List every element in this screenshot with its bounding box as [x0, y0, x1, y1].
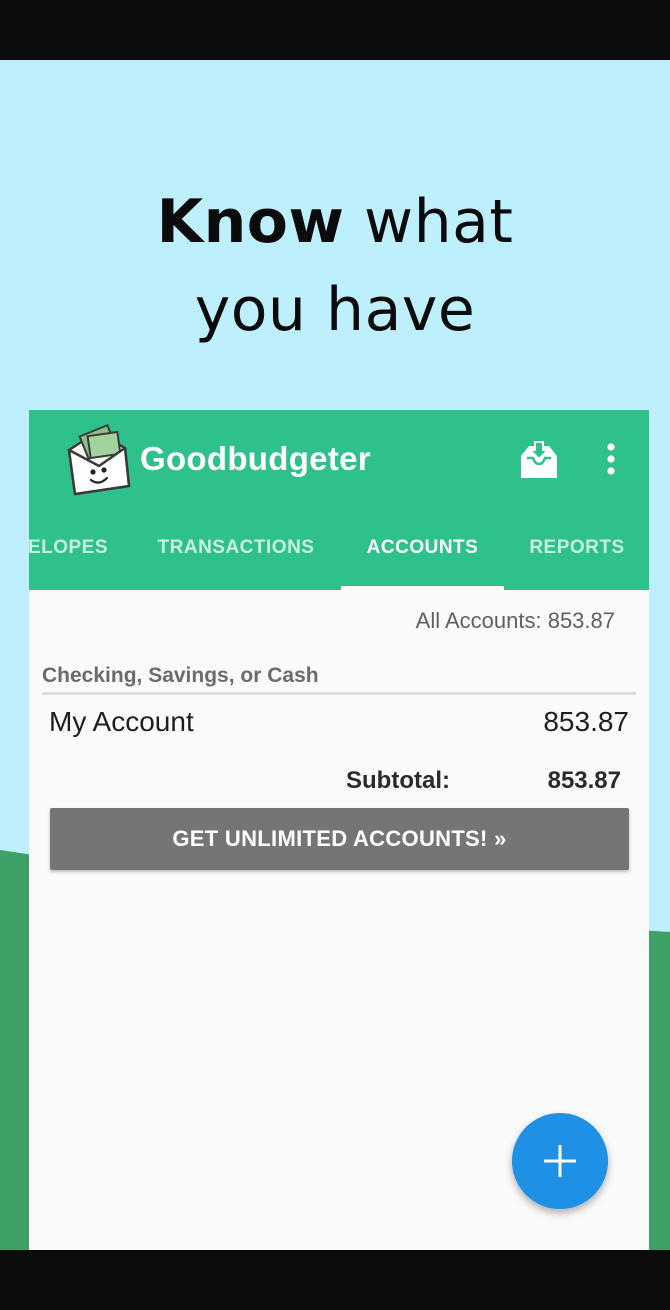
- promo-screen: Know what you have Goodbudgeter ELOPES T…: [0, 60, 670, 1250]
- account-name: My Account: [49, 706, 194, 737]
- app-bar: Goodbudgeter ELOPES TRANSACTIONS ACCOUNT…: [29, 410, 649, 590]
- headline-bold: Know: [156, 187, 345, 257]
- tray-download-icon[interactable]: [519, 440, 559, 480]
- get-unlimited-accounts-button[interactable]: GET UNLIMITED ACCOUNTS! »: [50, 808, 629, 870]
- headline-what: what: [364, 187, 514, 257]
- active-tab-indicator: [341, 586, 504, 590]
- headline-line2: you have: [194, 275, 476, 345]
- headline: Know what you have: [0, 178, 670, 354]
- app-screenshot: Goodbudgeter ELOPES TRANSACTIONS ACCOUNT…: [29, 410, 649, 1250]
- goodbudget-envelope-logo-icon: [67, 423, 131, 496]
- tab-accounts[interactable]: ACCOUNTS: [341, 522, 504, 590]
- status-bar-area: [0, 0, 670, 60]
- tab-transactions[interactable]: TRANSACTIONS: [149, 522, 323, 590]
- plus-icon: [544, 1145, 576, 1177]
- navigation-bar-area: [0, 1250, 670, 1310]
- more-vertical-icon[interactable]: [599, 442, 623, 476]
- subtotal-label: Subtotal:: [346, 767, 450, 794]
- tab-envelopes[interactable]: ELOPES: [29, 522, 113, 590]
- app-title: Goodbudgeter: [140, 440, 371, 477]
- tab-bar: ELOPES TRANSACTIONS ACCOUNTS REPORTS: [29, 522, 649, 590]
- account-amount: 853.87: [543, 706, 629, 737]
- section-divider: [42, 692, 636, 695]
- subtotal-amount: 853.87: [547, 767, 621, 794]
- tab-reports[interactable]: REPORTS: [521, 522, 633, 590]
- account-row[interactable]: My Account 853.87: [29, 700, 649, 750]
- section-header: Checking, Savings, or Cash: [42, 664, 319, 687]
- all-accounts-total: All Accounts: 853.87: [415, 608, 615, 633]
- add-account-button[interactable]: [512, 1113, 608, 1209]
